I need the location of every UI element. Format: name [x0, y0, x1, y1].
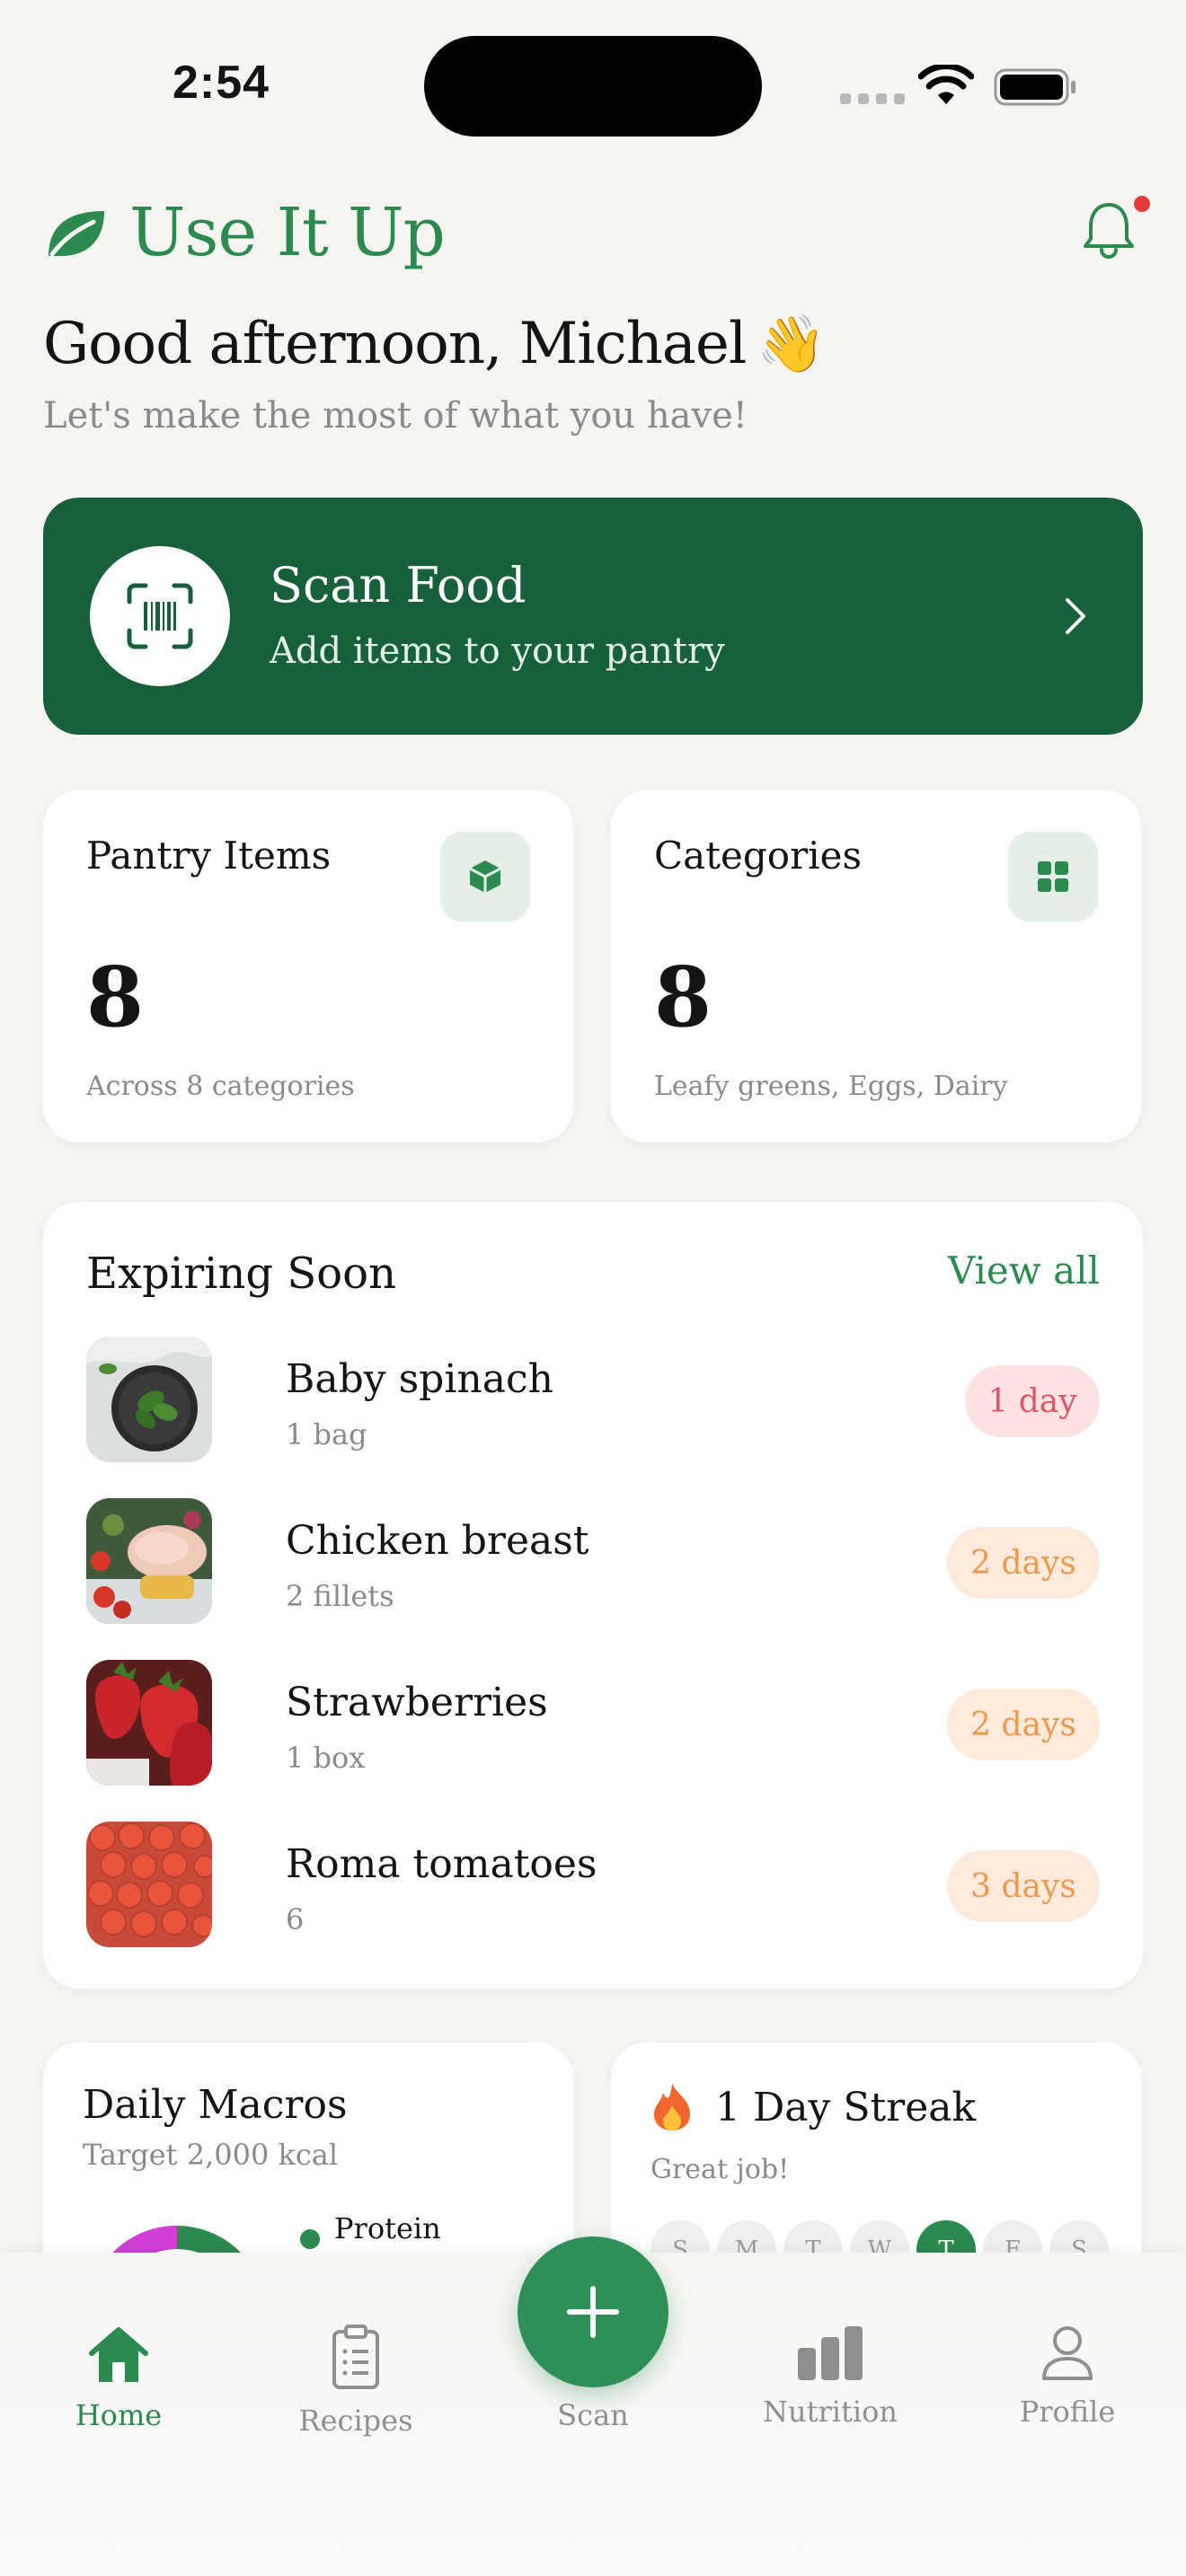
- tab-recipes-label: Recipes: [298, 2404, 413, 2438]
- expiring-soon-card: Expiring Soon View all Baby spinach 1 ba…: [43, 1202, 1143, 1989]
- barcode-scan-icon: [127, 583, 193, 649]
- streak-subtitle: Great job!: [651, 2154, 790, 2185]
- item-name: Baby spinach: [286, 1356, 553, 1402]
- expiry-badge: 3 days: [947, 1850, 1100, 1922]
- plus-icon: [567, 2286, 619, 2338]
- expiry-badge: 2 days: [947, 1527, 1100, 1599]
- item-quantity: 2 fillets: [286, 1579, 394, 1613]
- macros-subtitle: Target 2,000 kcal: [83, 2138, 339, 2172]
- list-item[interactable]: Chicken breast 2 fillets 2 days: [86, 1498, 1100, 1624]
- tomatoes-thumbnail: [86, 1822, 212, 1947]
- categories-card[interactable]: Categories 8 Leafy greens, Eggs, Dairy: [611, 790, 1141, 1142]
- tab-profile[interactable]: Profile: [978, 2325, 1157, 2429]
- item-name: Strawberries: [286, 1680, 548, 1725]
- pantry-items-title: Pantry Items: [86, 834, 332, 878]
- protein-legend-dot: [300, 2229, 320, 2249]
- chevron-right-icon: [1066, 598, 1085, 634]
- box-icon: [469, 860, 501, 893]
- clipboard-icon: [332, 2325, 379, 2389]
- greeting-title: Good afternoon, Michael 👋: [43, 311, 826, 377]
- battery-icon: [994, 68, 1075, 106]
- item-quantity: 6: [286, 1902, 305, 1936]
- box-icon-tile: [440, 832, 530, 922]
- pantry-items-card[interactable]: Pantry Items 8 Across 8 categories: [43, 790, 573, 1142]
- leaf-icon: [49, 211, 104, 257]
- item-quantity: 1 box: [286, 1741, 366, 1775]
- item-quantity: 1 bag: [286, 1417, 367, 1451]
- expiring-soon-title: Expiring Soon: [86, 1248, 396, 1299]
- pantry-items-count: 8: [86, 948, 145, 1045]
- grid-icon: [1038, 861, 1068, 892]
- categories-sub: Leafy greens, Eggs, Dairy: [654, 1071, 1008, 1102]
- tab-recipes[interactable]: Recipes: [266, 2325, 446, 2438]
- app-name: Use It Up: [129, 194, 446, 271]
- wave-icon: 👋: [757, 311, 826, 376]
- tab-home[interactable]: Home: [29, 2325, 208, 2432]
- protein-legend-label: Protein: [334, 2211, 441, 2245]
- notification-dot: [1134, 196, 1150, 212]
- wifi-icon: [918, 65, 974, 104]
- view-all-link[interactable]: View all: [948, 1248, 1100, 1292]
- status-time: 2:54: [173, 57, 270, 109]
- scan-food-subtitle: Add items to your pantry: [270, 631, 725, 672]
- categories-count: 8: [654, 948, 712, 1045]
- tab-profile-label: Profile: [1019, 2395, 1116, 2429]
- scan-food-card[interactable]: Scan Food Add items to your pantry: [43, 498, 1143, 735]
- item-name: Roma tomatoes: [286, 1841, 597, 1887]
- tab-nutrition-label: Nutrition: [763, 2395, 898, 2429]
- greeting-subtitle: Let's make the most of what you have!: [43, 395, 748, 437]
- tab-nutrition[interactable]: Nutrition: [740, 2325, 920, 2429]
- strawberries-thumbnail: [86, 1660, 212, 1786]
- greeting-text: Good afternoon, Michael: [43, 311, 747, 377]
- list-item[interactable]: Strawberries 1 box 2 days: [86, 1660, 1100, 1786]
- signal-icon: [840, 93, 905, 104]
- streak-title: 1 Day Streak: [651, 2082, 976, 2132]
- categories-title: Categories: [654, 834, 862, 878]
- spinach-thumbnail: [86, 1337, 212, 1462]
- streak-title-text: 1 Day Streak: [715, 2084, 977, 2130]
- home-icon: [89, 2327, 148, 2382]
- scan-fab-button[interactable]: [518, 2236, 668, 2387]
- bar-chart-icon: [798, 2326, 863, 2380]
- grid-icon-tile: [1008, 832, 1098, 922]
- chicken-thumbnail: [86, 1498, 212, 1624]
- item-name: Chicken breast: [286, 1518, 589, 1564]
- expiry-badge: 2 days: [947, 1689, 1100, 1760]
- macros-title: Daily Macros: [83, 2082, 348, 2128]
- scan-icon-circle: [90, 546, 230, 686]
- list-item[interactable]: Roma tomatoes 6 3 days: [86, 1822, 1100, 1947]
- pantry-items-sub: Across 8 categories: [86, 1071, 355, 1102]
- scan-food-title: Scan Food: [270, 557, 527, 613]
- tab-home-label: Home: [75, 2398, 163, 2432]
- tab-scan-label[interactable]: Scan: [503, 2398, 683, 2432]
- person-icon: [1042, 2326, 1093, 2380]
- fire-icon: [654, 2084, 690, 2130]
- app-logo: Use It Up: [45, 194, 446, 271]
- expiry-badge: 1 day: [965, 1365, 1100, 1437]
- list-item[interactable]: Baby spinach 1 bag 1 day: [86, 1337, 1100, 1462]
- dynamic-island: [424, 36, 762, 137]
- notification-bell-icon[interactable]: [1080, 199, 1137, 259]
